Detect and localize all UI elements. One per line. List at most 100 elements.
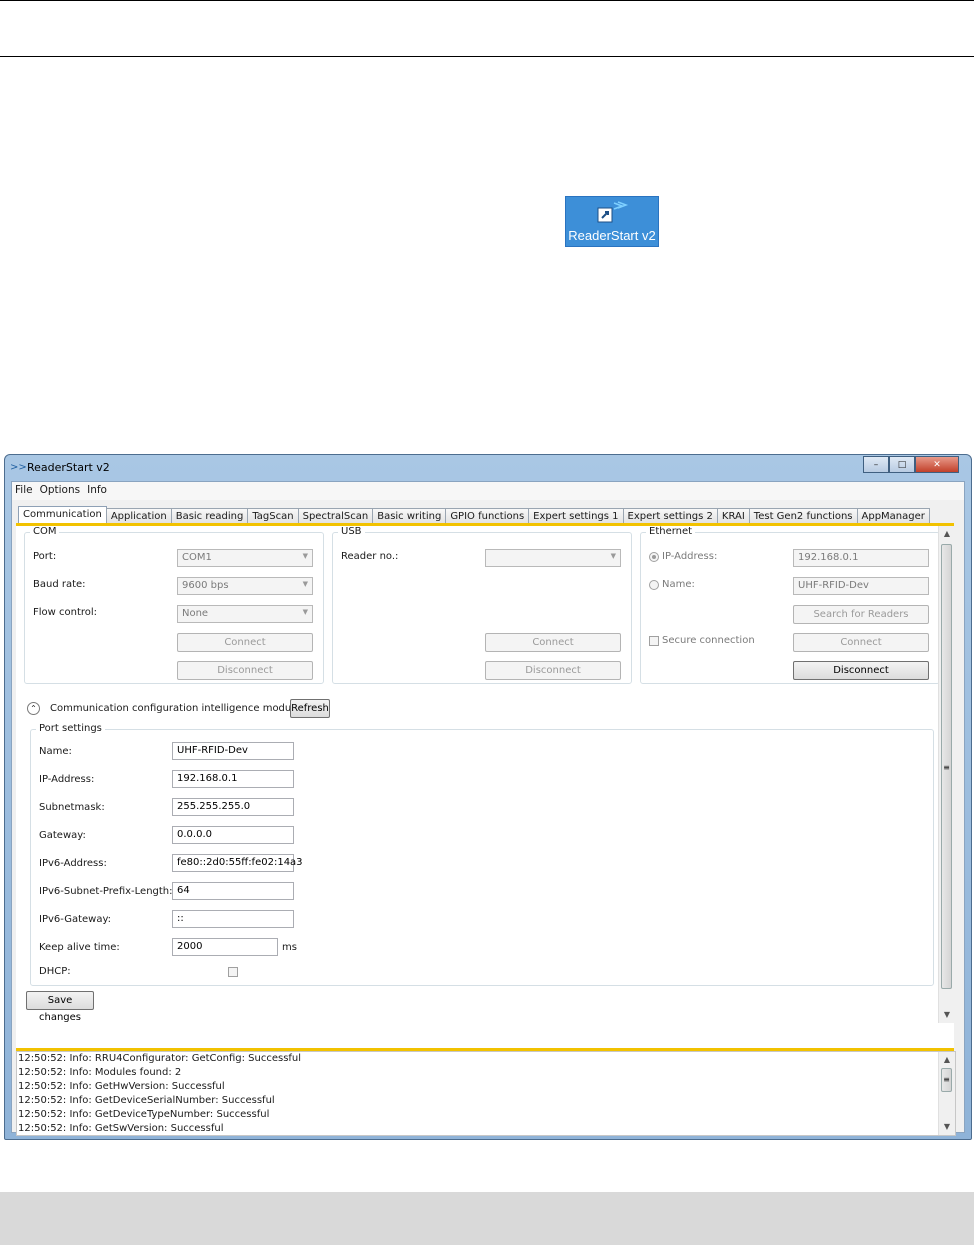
close-button[interactable]: ✕ (915, 456, 959, 473)
save-changes-button[interactable]: Save changes (26, 991, 94, 1023)
top-rule (0, 0, 974, 1)
secure-connection-checkbox[interactable] (649, 636, 659, 646)
flow-control-select[interactable]: None ▼ (177, 605, 313, 623)
ps-ipv6-address-input[interactable]: fe80::2d0:55ff:fe02:14a3 (172, 854, 303, 872)
tab-basic-writing[interactable]: Basic writing (372, 508, 447, 524)
communication-tab-page: COM Port: COM1 ▼ Baud rate: 9600 bps ▼ Flo… (16, 523, 955, 1051)
ip-address-input[interactable]: 192.168.0.1 (793, 549, 929, 567)
ps-ipv6-gateway-label: IPv6-Gateway: (39, 914, 112, 925)
refresh-button[interactable]: Refresh (290, 699, 330, 718)
ps-gateway-label: Gateway: (39, 830, 86, 841)
ps-subnetmask-label: Subnetmask: (39, 802, 105, 813)
port-settings-group: Port settings Name: UHF-RFID-Dev IP-Addr… (30, 723, 934, 986)
shortcut-label: ReaderStart v2 (568, 228, 656, 243)
ps-ipv6-gateway-input[interactable]: :: (172, 910, 294, 928)
ps-ipv6-prefix-input[interactable]: 64 (172, 882, 294, 900)
ps-gateway-input[interactable]: 0.0.0.0 (172, 826, 294, 844)
chevron-down-icon: ▼ (302, 608, 308, 616)
log-line: 12:50:52: Info: GetDeviceTypeNumber: Suc… (18, 1109, 270, 1120)
tab-application[interactable]: Application (105, 508, 172, 524)
com-disconnect-button[interactable]: Disconnect (177, 661, 313, 680)
ps-subnetmask-input[interactable]: 255.255.255.0 (172, 798, 294, 816)
header-rule (0, 56, 974, 57)
usb-disconnect-button[interactable]: Disconnect (485, 661, 621, 680)
secure-connection-label: Secure connection (662, 635, 755, 646)
maximize-button[interactable]: □ (889, 456, 915, 473)
readerstart-shortcut[interactable]: ReaderStart v2 (565, 196, 659, 247)
tab-spectralscan[interactable]: SpectralScan (297, 508, 374, 524)
menu-options[interactable]: Options (37, 482, 85, 500)
tab-strip: Communication Application Basic reading … (18, 506, 930, 524)
tab-krai[interactable]: KRAI (716, 508, 750, 524)
baud-rate-label: Baud rate: (33, 579, 86, 590)
name-radio[interactable] (649, 580, 659, 590)
flow-control-label: Flow control: (33, 607, 98, 618)
usb-group: USB Reader no.: ▼ Connect Disconnect (332, 526, 632, 684)
menu-info[interactable]: Info (84, 482, 111, 500)
ip-address-label: IP-Address: (662, 551, 718, 562)
app-shortcut-icon (597, 201, 629, 223)
ethernet-disconnect-button[interactable]: Disconnect (793, 661, 929, 680)
usb-connect-button[interactable]: Connect (485, 633, 621, 652)
tab-basic-reading[interactable]: Basic reading (170, 508, 249, 524)
ps-keep-alive-unit: ms (282, 942, 297, 953)
ps-dhcp-label: DHCP: (39, 966, 71, 977)
menu-bar: File Options Info (12, 482, 964, 500)
footer-band (0, 1192, 974, 1245)
reader-no-select[interactable]: ▼ (485, 549, 621, 567)
scroll-up-icon[interactable]: ▲ (939, 1052, 955, 1068)
com-connect-button[interactable]: Connect (177, 633, 313, 652)
log-panel: 12:50:52: Info: RRU4Configurator: GetCon… (16, 1051, 956, 1136)
tab-expert-settings-2[interactable]: Expert settings 2 (622, 508, 718, 524)
scroll-down-icon[interactable]: ▼ (939, 1119, 955, 1135)
window-title: ReaderStart v2 (27, 461, 110, 474)
ps-keep-alive-label: Keep alive time: (39, 942, 120, 953)
log-line: 12:50:52: Info: Modules found: 2 (18, 1067, 182, 1078)
com-group-title: COM (30, 526, 60, 537)
tab-appmanager[interactable]: AppManager (856, 508, 930, 524)
app-icon: >> (10, 462, 27, 473)
tab-page-scrollbar[interactable]: ▲ ≡ ▼ (938, 526, 955, 1023)
port-select[interactable]: COM1 ▼ (177, 549, 313, 567)
ps-name-label: Name: (39, 746, 72, 757)
tab-gpio-functions[interactable]: GPIO functions (445, 508, 530, 524)
scroll-down-icon[interactable]: ▼ (939, 1007, 955, 1023)
scroll-up-icon[interactable]: ▲ (939, 526, 955, 542)
minimize-button[interactable]: – (863, 456, 889, 473)
port-value: COM1 (182, 552, 212, 563)
title-bar[interactable]: >> ReaderStart v2 – □ ✕ (5, 455, 971, 481)
ps-dhcp-checkbox[interactable] (228, 967, 238, 977)
scrollbar-thumb[interactable]: ≡ (941, 1068, 952, 1092)
flow-control-value: None (182, 608, 209, 619)
chevron-down-icon: ▼ (302, 552, 308, 560)
search-readers-button[interactable]: Search for Readers (793, 605, 929, 624)
baud-rate-value: 9600 bps (182, 580, 229, 591)
ps-ipv6-prefix-label: IPv6-Subnet-Prefix-Length: (39, 886, 173, 897)
menu-file[interactable]: File (12, 482, 37, 500)
log-scrollbar[interactable]: ▲ ≡ ▼ (938, 1052, 955, 1135)
ethernet-group-title: Ethernet (646, 526, 696, 537)
chevron-down-icon: ▼ (302, 580, 308, 588)
name-label: Name: (662, 579, 695, 590)
port-label: Port: (33, 551, 57, 562)
log-line: 12:50:52: Info: GetDeviceSerialNumber: S… (18, 1095, 275, 1106)
tab-test-gen2-functions[interactable]: Test Gen2 functions (748, 508, 858, 524)
ps-name-input[interactable]: UHF-RFID-Dev (172, 742, 294, 760)
usb-group-title: USB (338, 526, 365, 537)
name-input[interactable]: UHF-RFID-Dev (793, 577, 929, 595)
collapse-chevron-icon[interactable]: ⌃ (27, 702, 40, 715)
tab-tagscan[interactable]: TagScan (247, 508, 299, 524)
baud-rate-select[interactable]: 9600 bps ▼ (177, 577, 313, 595)
log-line: 12:50:52: Info: RRU4Configurator: GetCon… (18, 1053, 302, 1064)
scrollbar-thumb[interactable]: ≡ (941, 544, 952, 989)
ps-keep-alive-input[interactable]: 2000 (172, 938, 278, 956)
tab-expert-settings-1[interactable]: Expert settings 1 (528, 508, 624, 524)
ps-ip-address-input[interactable]: 192.168.0.1 (172, 770, 294, 788)
log-line: 12:50:52: Info: GetSwVersion: Successful (18, 1123, 224, 1134)
module-title: Communication configuration intelligence… (50, 703, 301, 714)
ps-ip-address-label: IP-Address: (39, 774, 95, 785)
tab-communication[interactable]: Communication (18, 506, 107, 524)
ethernet-connect-button[interactable]: Connect (793, 633, 929, 652)
chevron-down-icon: ▼ (610, 552, 616, 560)
ip-address-radio[interactable] (649, 552, 659, 562)
